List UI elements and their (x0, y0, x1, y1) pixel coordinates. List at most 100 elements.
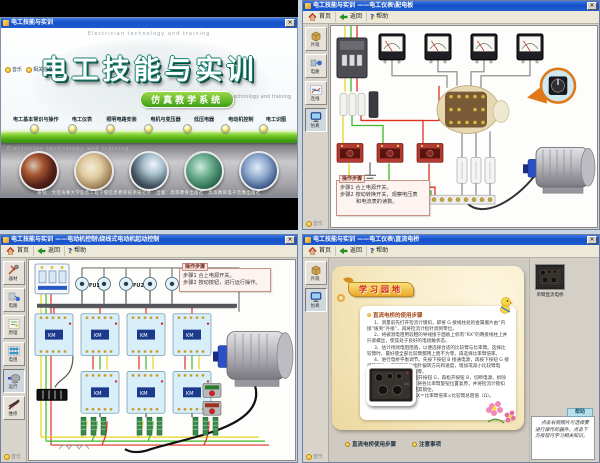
sidebar-item-repair[interactable]: 维修 (3, 396, 25, 420)
fuse-label-fu1: FU1 (89, 283, 100, 289)
contactor[interactable]: KM (35, 314, 73, 356)
related-info-button[interactable]: 相关信息 (26, 66, 53, 73)
current-transformer-1[interactable] (337, 143, 363, 162)
contactor[interactable]: KM (127, 314, 165, 356)
ground-symbol (364, 162, 376, 181)
voltmeter-1[interactable] (379, 34, 405, 63)
menu-item-lv-appliances[interactable]: 低压电器 (194, 115, 214, 122)
motor[interactable] (523, 147, 595, 193)
menu-round-button[interactable] (30, 124, 39, 133)
bridge-device-image (369, 367, 413, 403)
menu-round-button[interactable] (183, 124, 192, 133)
menu-round-button[interactable] (68, 124, 77, 133)
contactor[interactable]: KM (127, 371, 165, 413)
contactor-row-top: KM KM (35, 314, 211, 356)
sidebar-item-equipment[interactable]: 器材 (3, 261, 25, 285)
ammeter-1[interactable] (471, 34, 497, 63)
fuse-links[interactable] (457, 157, 495, 183)
help-button[interactable]: ? 帮助 (65, 246, 90, 256)
fuse-row[interactable]: FU1 FU2 (76, 277, 179, 290)
sidebar-item-simulation[interactable]: 仿真 (305, 108, 327, 132)
home-button[interactable]: 首页 (305, 12, 336, 22)
sidebar-item-circuit[interactable]: 电路 (3, 288, 25, 312)
motor-sim-quadrant: 电工技能与实训 ——电动机控制\绕线式电动机起动控制 × 首页 返回 ? 帮助 (0, 234, 298, 463)
motor-photo (184, 151, 224, 191)
current-transformer-3[interactable] (417, 143, 443, 162)
step-paragraph: 1、测量前先打开检流计锁扣，即将 G 接线柱处的金属搬片由“内接”拨到“外接”，… (367, 321, 509, 332)
learning-garden-header: 学习园地 (348, 282, 414, 297)
menu-item-instruments[interactable]: 电工仪表 (72, 115, 92, 122)
close-icon[interactable]: × (285, 19, 295, 27)
motor-sim-sidebar: 器材 电路 原理 电阻 (1, 258, 27, 462)
sidebar-item-principle[interactable]: 原理 (3, 315, 25, 339)
menu-round-button[interactable] (259, 124, 268, 133)
sidebar-item-simulation[interactable]: 仿真 (305, 288, 327, 312)
sidebar-item-wiring[interactable]: 连线 (305, 81, 327, 105)
main-menu: 电工基本常识与操作 电工仪表 照明电路安装 电机与变压器 低压电器 电动机控制 … (1, 115, 297, 123)
music-toggle[interactable]: 音乐 (306, 453, 323, 460)
back-button[interactable]: 返回 (34, 246, 65, 256)
credit-line: 研制：大连海事大学信息工程学院信息教育技术研究所 出版：高等教育出版社 高等教育… (8, 190, 289, 196)
home-button[interactable]: 首页 (305, 246, 336, 256)
menu-round-button[interactable] (144, 124, 153, 133)
starting-resistors[interactable] (81, 417, 218, 435)
bridge-window: 电工技能与实训 ——电工仪表\直流电桥 × 首页 返回 ? 帮助 (302, 234, 600, 463)
motor[interactable] (213, 332, 293, 387)
ammeter-2[interactable] (517, 34, 543, 63)
close-icon[interactable]: × (285, 236, 295, 244)
close-icon[interactable]: × (587, 2, 597, 10)
sidebar-item-resistors[interactable]: 电阻 (3, 342, 25, 366)
circuit-breaker[interactable] (337, 38, 367, 78)
motor-sim-window: 电工技能与实训 ——电动机控制\绕线式电动机起动控制 × 首页 返回 ? 帮助 (0, 234, 298, 463)
contactor[interactable]: KM (81, 371, 119, 413)
help-button[interactable]: ? 帮助 (367, 12, 392, 22)
menu-item-motor-transformer[interactable]: 电机与变压器 (150, 115, 180, 122)
music-toggle[interactable]: 音乐 (306, 220, 323, 227)
board-sim-toolbar: 首页 返回 ? 帮助 (303, 11, 599, 24)
menu-round-button[interactable] (106, 124, 115, 133)
voltmeter-2[interactable] (425, 34, 451, 63)
link-precautions[interactable]: 注意事项 (412, 440, 441, 448)
terminal-strip[interactable] (429, 195, 495, 204)
switch-magnifier-callout (527, 69, 575, 104)
svg-text:KM: KM (186, 333, 194, 339)
start-button-station[interactable] (203, 383, 221, 397)
contactor[interactable]: KM (81, 314, 119, 356)
music-button[interactable]: 音乐 (5, 66, 22, 73)
sidebar-item-appearance[interactable]: 外观 (305, 27, 327, 51)
music-toggle[interactable]: 音乐 (4, 453, 21, 460)
menu-item-drawing-reading[interactable]: 电工识图 (266, 115, 286, 122)
brush-lifting-device[interactable] (37, 389, 67, 400)
contactor[interactable]: KM (173, 314, 211, 356)
device-thumbnail[interactable] (535, 264, 565, 290)
back-arrow-icon (339, 13, 348, 21)
transfer-switch[interactable] (437, 86, 509, 134)
cube-icon (309, 264, 323, 276)
monitor-icon (309, 111, 323, 123)
help-icon: ? (68, 248, 72, 255)
menu-item-basics[interactable]: 电工基本常识与操作 (13, 115, 59, 122)
fuse-bank[interactable] (340, 92, 378, 118)
stop-button-station[interactable] (203, 401, 221, 415)
menu-item-motor-control[interactable]: 电动机控制 (228, 115, 253, 122)
back-button[interactable]: 返回 (336, 12, 367, 22)
sidebar-item-circuit[interactable]: 电路 (305, 54, 327, 78)
sidebar-item-appearance[interactable]: 外观 (305, 261, 327, 285)
current-transformer-2[interactable] (377, 143, 403, 162)
circuit-breaker[interactable] (35, 264, 69, 294)
home-button[interactable]: 首页 (3, 246, 34, 256)
help-box: 点击右侧图片可选择要进行操作的器件。点击下方按钮可学习相关知识。 (531, 416, 595, 460)
motor-sim-toolbar: 首页 返回 ? 帮助 (1, 245, 297, 258)
link-usage-steps[interactable]: 直流电桥使用步骤 (345, 440, 396, 448)
back-button[interactable]: 返回 (336, 246, 367, 256)
home-icon (308, 247, 317, 255)
home-icon (6, 247, 15, 255)
help-button[interactable]: ? 帮助 (367, 246, 392, 256)
sidebar-item-run[interactable]: 运行 (3, 369, 25, 393)
menu-buttons-row (1, 124, 297, 133)
close-icon[interactable]: × (587, 236, 597, 244)
svg-text:KM: KM (48, 333, 56, 339)
svg-text:KM: KM (94, 391, 102, 397)
menu-round-button[interactable] (221, 124, 230, 133)
menu-item-lighting[interactable]: 照明电路安装 (106, 115, 136, 122)
